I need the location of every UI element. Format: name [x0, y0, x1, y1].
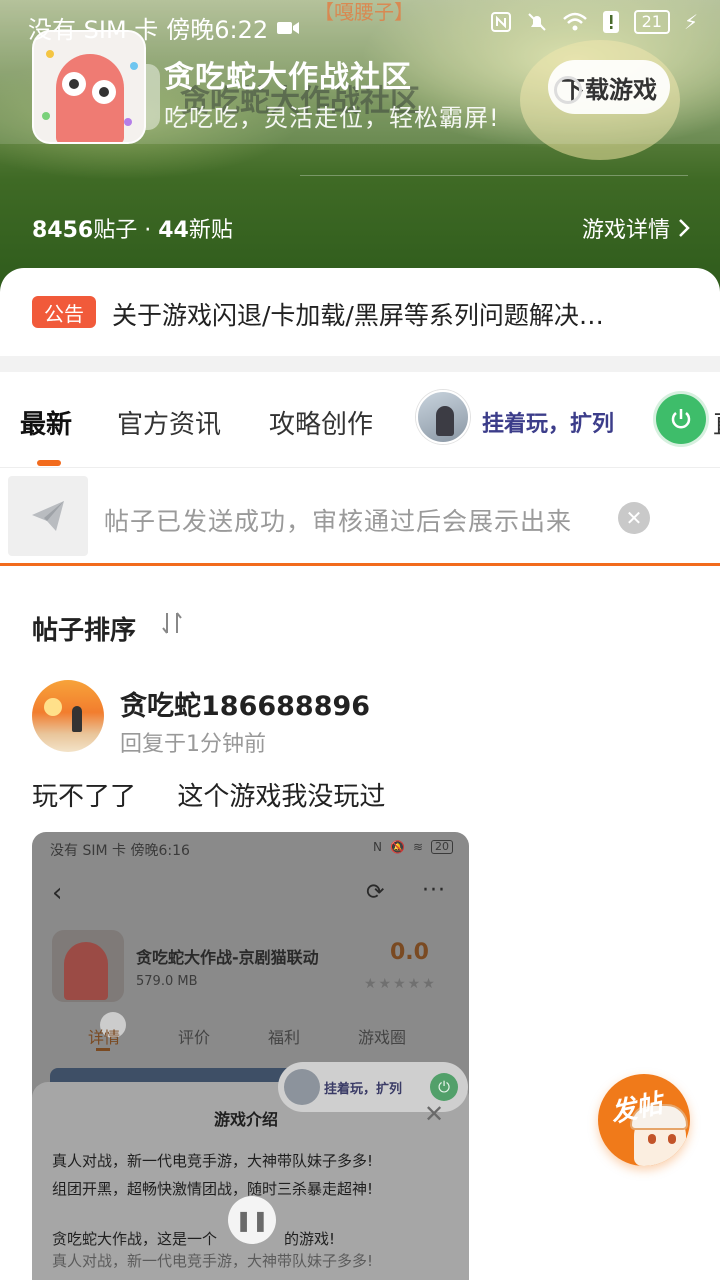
wifi-icon: [562, 12, 587, 31]
new-post-label: 新贴: [188, 218, 233, 243]
battery-indicator: 21: [633, 10, 670, 34]
image-intro-line: 真人对战，新一代电竞手游，大神带队妹子多多!: [52, 1152, 374, 1170]
post-username[interactable]: 贪吃蛇186688896: [120, 684, 370, 723]
pause-icon: ❚❚: [228, 1196, 276, 1244]
close-icon[interactable]: ✕: [618, 502, 650, 534]
game-detail-label: 游戏详情: [581, 218, 670, 243]
game-detail-link[interactable]: 游戏详情: [582, 212, 690, 244]
image-intro-line: 的游戏!: [284, 1230, 336, 1248]
header-divider: [300, 175, 688, 176]
nfc-icon: [490, 12, 511, 32]
image-tab-reviews: 评价: [178, 1028, 211, 1047]
post-image[interactable]: 没有 SIM 卡 傍晚6:16 N 🔕 ≋ 20 ‹ ⟳ ··· 贪吃蛇大作战-京剧…: [32, 832, 469, 1280]
image-rating: 0.0: [390, 940, 429, 965]
image-back-icon: ‹: [52, 878, 63, 908]
send-icon: [8, 476, 88, 556]
tab-official-news[interactable]: 官方资讯: [117, 404, 221, 441]
tab-guides[interactable]: 攻略创作: [269, 404, 373, 441]
carrier-text: 没有 SIM 卡: [28, 16, 159, 44]
download-game-button[interactable]: 下载游戏: [548, 60, 670, 114]
power-icon[interactable]: [656, 394, 706, 444]
new-post-count: 44: [158, 218, 189, 243]
tab-latest[interactable]: 最新: [20, 404, 72, 441]
mute-bell-icon: [527, 13, 546, 31]
post-submitted-banner: 帖子已发送成功，审核通过后会展示出来 ✕: [0, 468, 720, 566]
image-app-icon: [52, 930, 124, 1002]
image-more-icon: ···: [422, 878, 446, 903]
loading-ring-icon: [554, 76, 582, 104]
post-submitted-text: 帖子已发送成功，审核通过后会展示出来: [104, 507, 573, 536]
promo-avatar[interactable]: [416, 390, 470, 444]
post-timestamp: 回复于1分钟前: [120, 732, 266, 757]
alert-icon: [602, 11, 619, 33]
image-panel-title: 游戏介绍: [214, 1110, 279, 1129]
sort-icon[interactable]: [160, 610, 184, 642]
status-bar: 没有 SIM 卡 傍晚6:22 21 ⚡: [0, 0, 720, 50]
post-content[interactable]: 玩不了了 这个游戏我没玩过: [32, 776, 385, 813]
image-tab-game-circle: 游戏圈: [358, 1028, 407, 1047]
image-app-title: 贪吃蛇大作战-京剧猫联动: [136, 948, 319, 967]
image-tab-indicator: [96, 1048, 110, 1051]
post-sort-label[interactable]: 帖子排序: [32, 610, 136, 647]
announcement-bar[interactable]: 公告 关于游戏闪退/卡加载/黑屏等系列问题解决…: [0, 268, 720, 356]
image-app-size: 579.0 MB: [136, 974, 198, 989]
image-intro-line: 组团开黑，超畅快激情团战，随时三杀暴走超神!: [52, 1180, 374, 1198]
active-tab-indicator: [37, 460, 61, 466]
image-tab-welfare: 福利: [268, 1028, 301, 1047]
community-subtitle: 吃吃吃，灵活走位，轻松霸屏!: [164, 104, 500, 132]
announcement-text: 关于游戏闪退/卡加载/黑屏等系列问题解决…: [112, 301, 604, 330]
promo-label[interactable]: 挂着玩，扩列: [482, 406, 614, 438]
post-count-label: 贴子: [93, 218, 138, 243]
create-post-button[interactable]: 发帖: [598, 1074, 690, 1166]
image-status-icons: N 🔕 ≋ 20: [373, 840, 453, 854]
chevron-right-icon: [679, 219, 690, 237]
image-stars-icon: ★★★★★: [364, 976, 437, 992]
image-status-text: 没有 SIM 卡 傍晚6:16: [50, 843, 190, 859]
community-title: 贪吃蛇大作战社区: [164, 60, 412, 95]
tab-partial[interactable]: 直: [713, 404, 720, 441]
post-count: 8456: [32, 218, 94, 243]
image-share-icon: ⟳: [366, 880, 385, 905]
stats-separator: ·: [137, 218, 159, 243]
announcement-badge: 公告: [32, 296, 96, 328]
tab-bar: 最新 官方资讯 攻略创作 挂着玩，扩列 直: [0, 372, 720, 468]
avatar[interactable]: [32, 680, 104, 752]
image-tab-details: 详情: [88, 1028, 121, 1047]
charging-icon: ⚡: [683, 10, 698, 34]
image-intro-line: 贪吃蛇大作战，这是一个: [52, 1230, 218, 1248]
image-close-icon: ✕: [424, 1100, 445, 1128]
section-divider: [0, 356, 720, 372]
community-stats: 8456贴子 · 44新贴: [32, 212, 233, 244]
image-intro-line: 真人对战，新一代电竞手游，大神带队妹子多多!: [52, 1252, 374, 1270]
video-recording-icon: [277, 21, 300, 34]
clock: 傍晚6:22: [166, 16, 269, 44]
